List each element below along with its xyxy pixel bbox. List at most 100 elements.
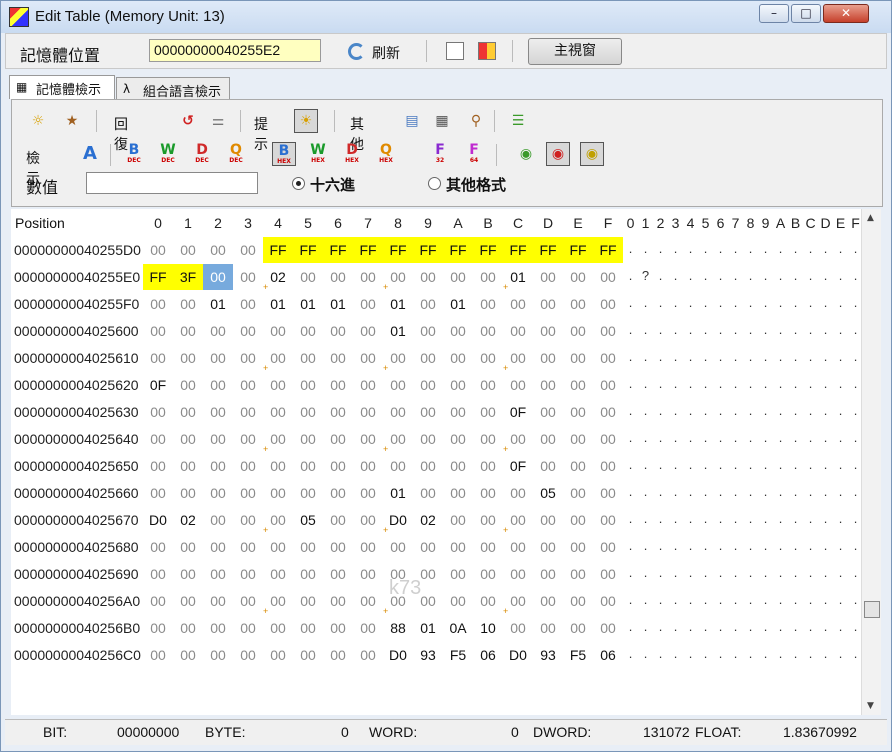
hex-byte-cell[interactable]: 0F [503,399,533,425]
ascii-cell[interactable]: . [818,619,833,634]
hex-byte-cell[interactable]: 00 [143,480,173,506]
ascii-cell[interactable]: . [638,403,653,418]
hex-byte-cell[interactable]: 00 [473,372,503,398]
hex-byte-cell[interactable]: 00 [263,534,293,560]
ascii-cell[interactable]: . [713,619,728,634]
hex-byte-cell[interactable]: 93 [533,642,563,668]
format-d-dec-button[interactable]: D DEC [190,142,214,166]
hex-byte-cell[interactable]: 00 [593,615,623,641]
ascii-cell[interactable]: . [743,268,758,283]
hex-byte-cell[interactable]: 93 [413,642,443,668]
hex-byte-cell[interactable]: 01 [443,291,473,317]
hex-byte-cell[interactable]: 01 [383,480,413,506]
hex-byte-cell[interactable]: 00 [533,372,563,398]
trash-icon[interactable]: ⚌ [206,110,230,134]
hex-byte-cell[interactable]: 00 [353,264,383,290]
ascii-cell[interactable]: . [803,592,818,607]
hex-byte-cell[interactable]: 00 [533,561,563,587]
ascii-cell[interactable]: . [788,484,803,499]
hex-byte-cell[interactable]: 00 [563,588,593,614]
new-icon[interactable]: ☼ [26,110,50,134]
hex-byte-cell[interactable]: 00 [593,426,623,452]
hex-byte-cell[interactable]: D0 [143,507,173,533]
bookmark-icon[interactable] [478,42,496,60]
hex-byte-cell[interactable]: 00 [203,399,233,425]
ascii-cell[interactable]: . [668,511,683,526]
ascii-cell[interactable]: . [803,457,818,472]
hex-byte-cell[interactable]: 00 [413,264,443,290]
ascii-cell[interactable]: . [818,430,833,445]
ascii-cell[interactable]: . [683,349,698,364]
ascii-cell[interactable]: . [623,619,638,634]
ascii-cell[interactable]: . [758,268,773,283]
search-data-icon[interactable]: ★ [60,110,84,134]
hex-byte-cell[interactable]: 00 [413,480,443,506]
red-light-icon[interactable]: ◉ [546,142,570,166]
hex-byte-cell[interactable]: 00 [383,453,413,479]
ascii-cell[interactable]: . [698,538,713,553]
ascii-cell[interactable]: . [698,646,713,661]
hex-byte-cell[interactable]: 00 [143,426,173,452]
ascii-cell[interactable]: . [638,376,653,391]
ascii-cell[interactable]: . [653,592,668,607]
ascii-cell[interactable]: . [773,592,788,607]
ascii-cell[interactable]: . [653,619,668,634]
ascii-cell[interactable]: . [713,565,728,580]
ascii-cell[interactable]: . [698,349,713,364]
hex-byte-cell[interactable]: FF [353,237,383,263]
hex-byte-cell[interactable]: 00 [503,318,533,344]
hex-byte-cell[interactable]: 00 [443,561,473,587]
hex-byte-cell[interactable]: 00 [593,291,623,317]
ascii-cell[interactable]: . [623,430,638,445]
hex-byte-cell[interactable]: 00 [413,345,443,371]
hex-byte-cell[interactable]: 00 [203,237,233,263]
ascii-cell[interactable]: . [818,349,833,364]
hex-byte-cell[interactable]: 00 [533,318,563,344]
hex-byte-cell[interactable]: 00 [143,291,173,317]
hex-byte-cell[interactable]: 00 [353,507,383,533]
hex-byte-cell[interactable]: 00 [173,372,203,398]
hex-byte-cell[interactable]: 00 [173,318,203,344]
hex-byte-cell[interactable]: 00 [233,399,263,425]
hex-byte-cell[interactable]: 00 [353,291,383,317]
hex-byte-cell[interactable]: 00 [593,534,623,560]
hex-byte-cell[interactable]: FF [593,237,623,263]
hex-byte-cell[interactable]: 00 [323,399,353,425]
hex-byte-cell[interactable]: 00 [203,453,233,479]
hex-byte-cell[interactable]: 00 [203,561,233,587]
hex-byte-cell[interactable]: 00 [473,264,503,290]
ascii-cell[interactable]: . [818,646,833,661]
ascii-cell[interactable]: . [758,241,773,256]
ascii-cell[interactable]: . [623,565,638,580]
hex-byte-cell[interactable]: 00 [353,588,383,614]
hex-byte-cell[interactable]: FF [503,237,533,263]
font-icon[interactable]: A [78,143,102,167]
hex-byte-cell[interactable]: 00 [143,534,173,560]
ascii-cell[interactable]: . [683,241,698,256]
ascii-cell[interactable]: . [668,592,683,607]
scroll-up-arrow[interactable]: ▲ [867,213,874,223]
ascii-cell[interactable]: . [788,268,803,283]
ascii-cell[interactable]: . [698,457,713,472]
ascii-cell[interactable]: . [803,484,818,499]
hex-byte-cell[interactable]: 00 [383,534,413,560]
hex-byte-cell[interactable]: 00 [593,399,623,425]
ascii-cell[interactable]: . [758,322,773,337]
hex-byte-cell[interactable]: 00 [143,615,173,641]
ascii-cell[interactable]: . [698,376,713,391]
hex-byte-cell[interactable]: 00 [173,426,203,452]
hex-byte-cell[interactable]: 00 [233,345,263,371]
hex-byte-cell[interactable]: 00 [263,318,293,344]
ascii-cell[interactable]: . [713,241,728,256]
scroll-thumb[interactable] [864,601,880,618]
green-light-icon[interactable]: ◉ [514,143,538,167]
hex-byte-cell[interactable]: 00 [293,561,323,587]
hex-byte-cell[interactable]: 00 [413,588,443,614]
ascii-cell[interactable]: . [623,457,638,472]
hex-byte-cell[interactable]: 00 [173,399,203,425]
format-q-dec-button[interactable]: Q DEC [224,142,248,166]
hex-byte-cell[interactable]: 00 [563,561,593,587]
hex-byte-cell[interactable]: 0F [143,372,173,398]
ascii-cell[interactable]: . [638,241,653,256]
hex-byte-cell[interactable]: 00 [533,615,563,641]
